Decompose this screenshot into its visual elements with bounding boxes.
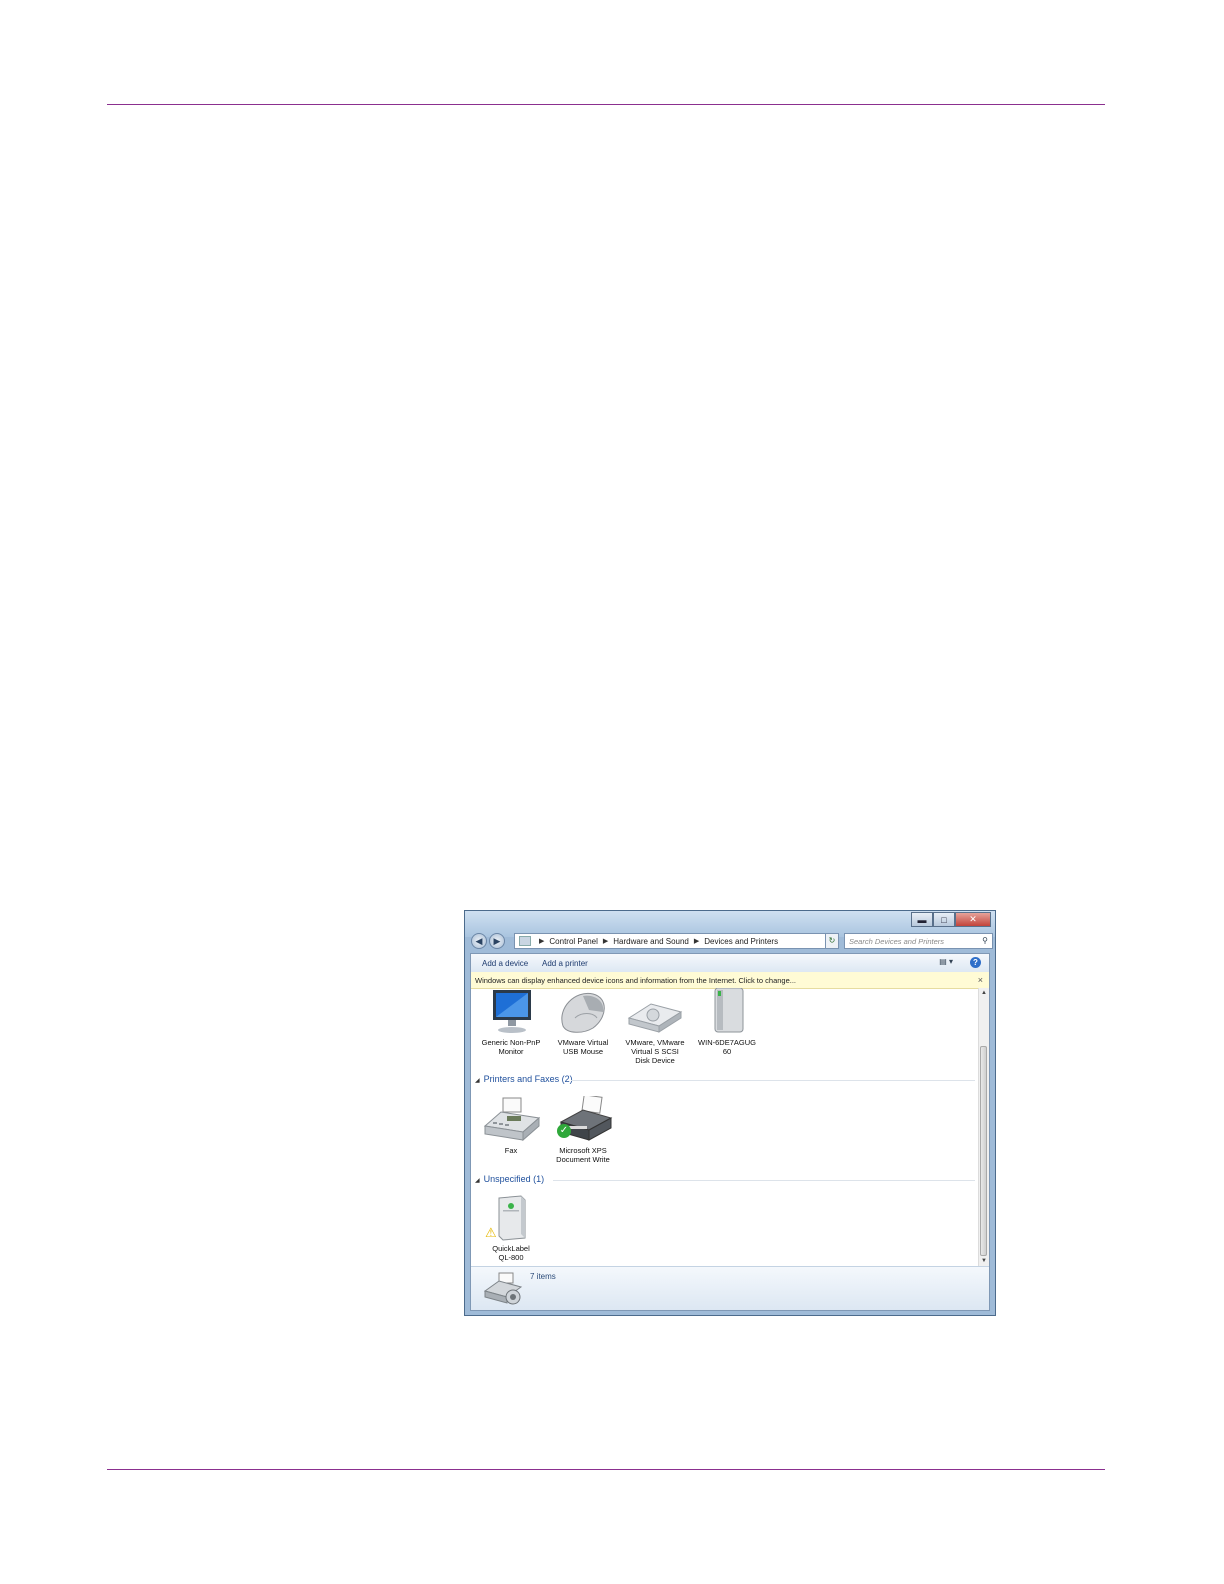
group-title: Printers and Faxes (2): [483, 1074, 573, 1084]
device-label-line2: Virtual S SCSI: [631, 1047, 679, 1056]
chevron-right-icon: ▶: [693, 938, 700, 945]
control-panel-icon: [519, 936, 531, 946]
address-bar[interactable]: ▶ Control Panel ▶ Hardware and Sound ▶ D…: [514, 933, 838, 949]
add-device-button[interactable]: Add a device: [482, 959, 528, 968]
footer-rule: [107, 1469, 1105, 1470]
collapse-triangle-icon: ◢: [475, 1178, 480, 1184]
device-label-line2: QL-800: [498, 1253, 524, 1262]
device-label-line2: Monitor: [498, 1047, 524, 1056]
group-header-printers[interactable]: ◢ Printers and Faxes (2): [475, 1074, 975, 1084]
group-title: Unspecified (1): [483, 1174, 545, 1184]
change-view-button[interactable]: ▤ ▾: [939, 957, 953, 966]
chevron-right-icon: ▶: [539, 938, 545, 945]
printer-fax[interactable]: Fax: [476, 1096, 546, 1155]
refresh-icon: ↻: [828, 936, 836, 945]
close-icon[interactable]: ×: [978, 975, 983, 985]
maximize-icon: □: [941, 914, 947, 925]
monitor-icon: [481, 988, 541, 1036]
device-label-line2: 60: [722, 1047, 732, 1056]
refresh-button[interactable]: ↻: [825, 933, 839, 949]
device-label-line1: QuickLabel: [492, 1244, 530, 1253]
search-icon[interactable]: ⚲: [982, 936, 988, 945]
device-vmware-disk[interactable]: VMware, VMware Virtual S SCSI Disk Devic…: [620, 988, 690, 1065]
device-label-line1: Generic Non-PnP: [481, 1038, 541, 1047]
devices-content: Generic Non-PnP Monitor VMware Virtual U…: [471, 987, 981, 1266]
device-label-line3: Disk Device: [635, 1056, 675, 1065]
fax-icon: [481, 1096, 541, 1144]
printer-label-line1: Microsoft XPS: [559, 1146, 607, 1155]
help-button[interactable]: ?: [970, 957, 981, 968]
devices-printers-icon: [483, 1271, 523, 1307]
back-button[interactable]: ◀: [471, 933, 487, 949]
breadcrumb-hardware-and-sound[interactable]: Hardware and Sound: [613, 937, 689, 946]
default-printer-check-icon: ✓: [557, 1124, 571, 1138]
device-generic-monitor[interactable]: Generic Non-PnP Monitor: [476, 988, 546, 1056]
printer-icon: ✓: [553, 1094, 613, 1144]
add-printer-button[interactable]: Add a printer: [542, 959, 588, 968]
collapse-triangle-icon: ◢: [475, 1078, 480, 1084]
info-bar-text: Windows can display enhanced device icon…: [475, 976, 797, 985]
computer-tower-icon: [697, 987, 757, 1036]
chevron-right-icon: ▶: [602, 938, 609, 945]
help-icon: ?: [973, 958, 978, 967]
chevron-down-icon: ▾: [948, 957, 953, 966]
group-divider: [571, 1080, 975, 1081]
forward-button[interactable]: ▶: [489, 933, 505, 949]
printer-microsoft-xps[interactable]: ✓ Microsoft XPS Document Write: [548, 1094, 618, 1164]
label-printer-icon: ⚠: [481, 1194, 541, 1242]
scroll-down-icon[interactable]: ▼: [979, 1256, 989, 1266]
scroll-up-icon[interactable]: ▲: [979, 988, 989, 998]
group-divider: [553, 1180, 975, 1181]
close-icon: ✕: [969, 914, 977, 924]
device-label-line1: VMware Virtual: [557, 1038, 609, 1047]
item-count: 7 items: [530, 1272, 556, 1281]
device-label-line2: USB Mouse: [562, 1047, 604, 1056]
header-rule: [107, 104, 1105, 105]
client-area: Add a device Add a printer ▤ ▾ ? Windows…: [470, 953, 990, 1311]
views-icon: ▤: [939, 957, 947, 966]
caption-buttons: ▬ □ ✕: [911, 912, 991, 927]
minimize-button[interactable]: ▬: [911, 912, 933, 927]
info-bar[interactable]: Windows can display enhanced device icon…: [471, 972, 989, 989]
devices-and-printers-window: ▬ □ ✕ ◀ ▶ ▶ Control Panel ▶ Hardware and…: [464, 910, 996, 1316]
search-placeholder: Search Devices and Printers: [849, 937, 945, 946]
breadcrumb-control-panel[interactable]: Control Panel: [549, 937, 597, 946]
back-arrow-icon: ◀: [475, 936, 483, 946]
command-bar: Add a device Add a printer ▤ ▾ ?: [471, 954, 989, 973]
mouse-icon: [553, 988, 613, 1036]
close-button[interactable]: ✕: [955, 912, 991, 927]
maximize-button[interactable]: □: [933, 912, 955, 927]
search-input[interactable]: Search Devices and Printers ⚲: [844, 933, 993, 949]
details-pane: 7 items: [471, 1266, 989, 1310]
title-bar[interactable]: ▬ □ ✕ ◀ ▶ ▶ Control Panel ▶ Hardware and…: [465, 911, 995, 949]
printer-label-line2: Document Write: [556, 1155, 610, 1164]
breadcrumb-devices-and-printers[interactable]: Devices and Printers: [704, 937, 778, 946]
device-label-line1: WIN-6DE7AGUG: [698, 1038, 756, 1047]
printer-label-line1: Fax: [504, 1146, 518, 1155]
device-quicklabel[interactable]: ⚠ QuickLabel QL-800: [476, 1194, 546, 1262]
device-vmware-mouse[interactable]: VMware Virtual USB Mouse: [548, 988, 618, 1056]
device-label-line1: VMware, VMware: [625, 1038, 685, 1047]
forward-arrow-icon: ▶: [493, 936, 501, 946]
vertical-scrollbar[interactable]: ▲ ▼: [978, 988, 989, 1266]
navigation-row: ◀ ▶ ▶ Control Panel ▶ Hardware and Sound…: [465, 933, 995, 951]
minimize-icon: ▬: [917, 914, 927, 925]
scroll-thumb[interactable]: [980, 1046, 987, 1256]
group-header-unspecified[interactable]: ◢ Unspecified (1): [475, 1174, 975, 1184]
warning-icon: ⚠: [485, 1225, 497, 1240]
device-computer[interactable]: WIN-6DE7AGUG 60: [692, 987, 762, 1056]
disk-drive-icon: [625, 988, 685, 1036]
